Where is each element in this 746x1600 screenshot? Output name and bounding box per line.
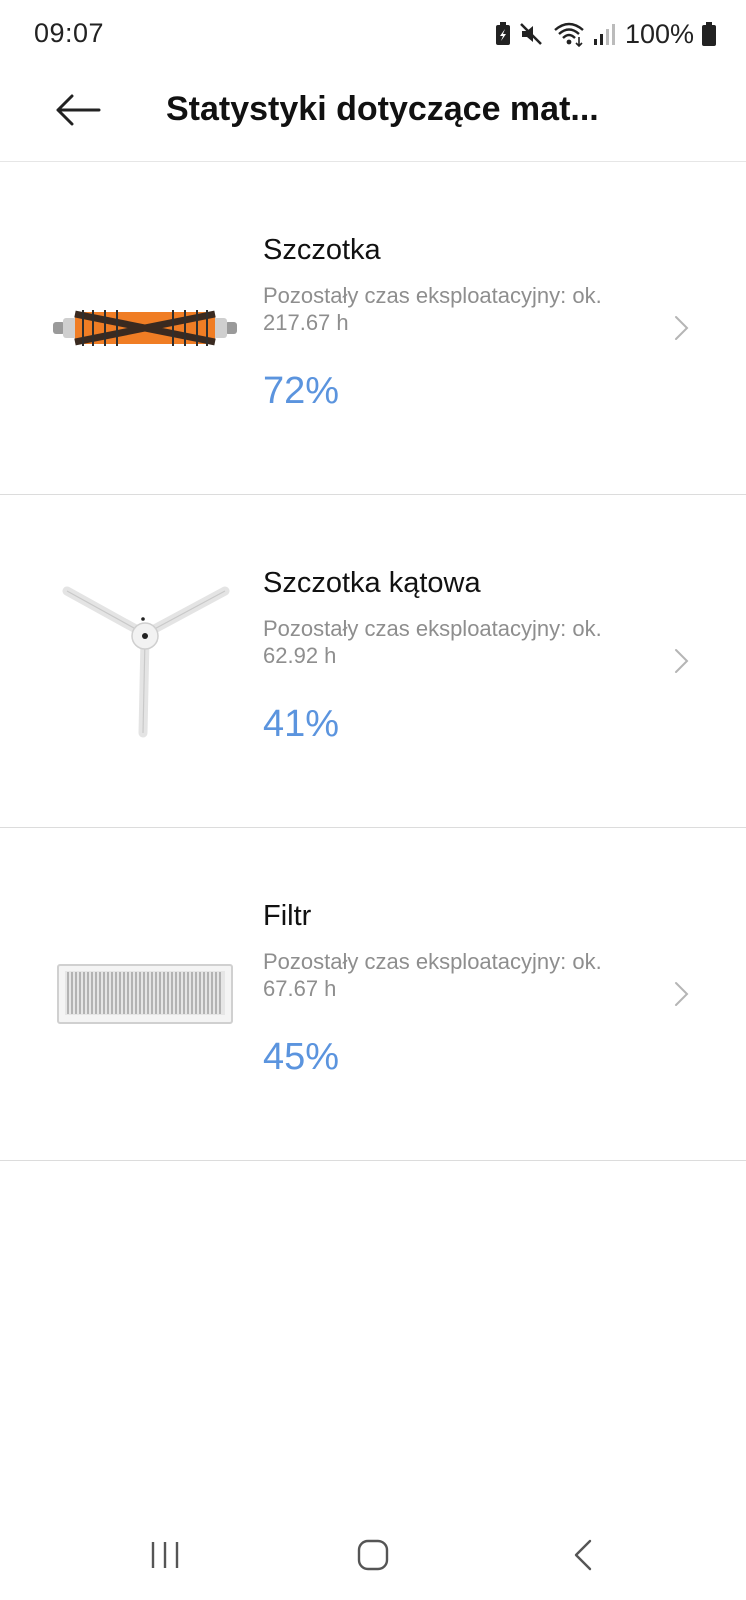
chevron-right-icon — [675, 649, 689, 673]
item-percent: 45% — [263, 1036, 340, 1078]
battery-saver-icon — [495, 22, 511, 46]
recents-icon — [151, 1542, 179, 1568]
arrow-left-icon — [56, 94, 101, 126]
status-time: 09:07 — [34, 18, 105, 48]
remaining-value: 62.92 h — [263, 643, 337, 668]
home-icon — [357, 1539, 389, 1571]
remaining-label: Pozostały czas eksploatacyjny: ok. — [263, 283, 602, 308]
chevron-right-icon — [675, 316, 689, 340]
signal-icon — [593, 22, 615, 46]
back-icon — [574, 1539, 592, 1571]
item-percent: 72% — [263, 370, 340, 412]
wifi-icon — [553, 21, 585, 47]
item-remaining-time: Pozostały czas eksploatacyjny: ok. 217.6… — [263, 282, 663, 336]
list-item-filter[interactable]: Filtr Pozostały czas eksploatacyjny: ok.… — [0, 828, 746, 1161]
side-brush-image — [50, 581, 240, 741]
item-name: Filtr — [263, 900, 312, 932]
remaining-label: Pozostały czas eksploatacyjny: ok. — [263, 949, 602, 974]
battery-icon — [702, 22, 716, 46]
remaining-label: Pozostały czas eksploatacyjny: ok. — [263, 616, 602, 641]
item-name: Szczotka kątowa — [263, 567, 481, 599]
list-item-side-brush[interactable]: Szczotka kątowa Pozostały czas eksploata… — [0, 495, 746, 828]
main-brush-image — [50, 248, 240, 408]
chevron-right-icon — [675, 982, 689, 1006]
recents-button[interactable] — [120, 1510, 210, 1600]
item-percent: 41% — [263, 703, 340, 745]
list-item-main-brush[interactable]: Szczotka Pozostały czas eksploatacyjny: … — [0, 162, 746, 495]
back-button[interactable] — [50, 82, 106, 138]
app-header: Statystyki dotyczące mat... — [0, 68, 746, 162]
battery-percent: 100% — [624, 18, 694, 49]
remaining-value: 67.67 h — [263, 976, 337, 1001]
item-name: Szczotka — [263, 234, 381, 266]
mute-icon — [519, 22, 545, 46]
filter-image — [50, 914, 240, 1074]
page-title: Statystyki dotyczące mat... — [166, 90, 599, 128]
item-remaining-time: Pozostały czas eksploatacyjny: ok. 62.92… — [263, 615, 663, 669]
navigation-bar — [0, 1510, 746, 1600]
system-back-button[interactable] — [538, 1510, 628, 1600]
remaining-value: 217.67 h — [263, 310, 349, 335]
item-remaining-time: Pozostały czas eksploatacyjny: ok. 67.67… — [263, 948, 663, 1002]
consumables-list: Szczotka Pozostały czas eksploatacyjny: … — [0, 162, 746, 1161]
status-bar: 09:07 100% — [0, 0, 746, 68]
status-icons: 100% — [495, 18, 716, 50]
home-button[interactable] — [328, 1510, 418, 1600]
